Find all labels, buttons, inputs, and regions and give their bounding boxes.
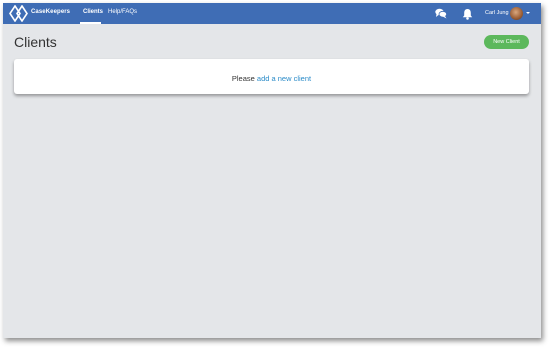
new-client-button[interactable]: New Client (484, 35, 529, 49)
add-new-client-link[interactable]: add a new client (257, 74, 311, 83)
user-name[interactable]: Carl Jung (485, 10, 509, 16)
nav-help-faqs-link[interactable]: Help/FAQs (108, 9, 137, 15)
chevron-down-icon[interactable] (526, 12, 530, 14)
app-window: CaseKeepers Clients Help/FAQs Carl Jung … (3, 3, 541, 338)
bell-icon[interactable] (462, 8, 473, 20)
active-nav-indicator (80, 22, 101, 24)
empty-state-card: Please add a new client (14, 59, 529, 94)
empty-state-message: Please add a new client (14, 74, 529, 83)
brand-name[interactable]: CaseKeepers (31, 9, 70, 15)
nav-clients-link[interactable]: Clients (83, 9, 103, 15)
avatar[interactable] (510, 7, 523, 20)
casekeepers-logo-icon[interactable] (9, 5, 29, 22)
chat-icon[interactable] (435, 8, 447, 19)
page-title: Clients (14, 34, 57, 50)
top-navbar: CaseKeepers Clients Help/FAQs Carl Jung (3, 3, 541, 24)
empty-state-prefix: Please (231, 74, 255, 83)
